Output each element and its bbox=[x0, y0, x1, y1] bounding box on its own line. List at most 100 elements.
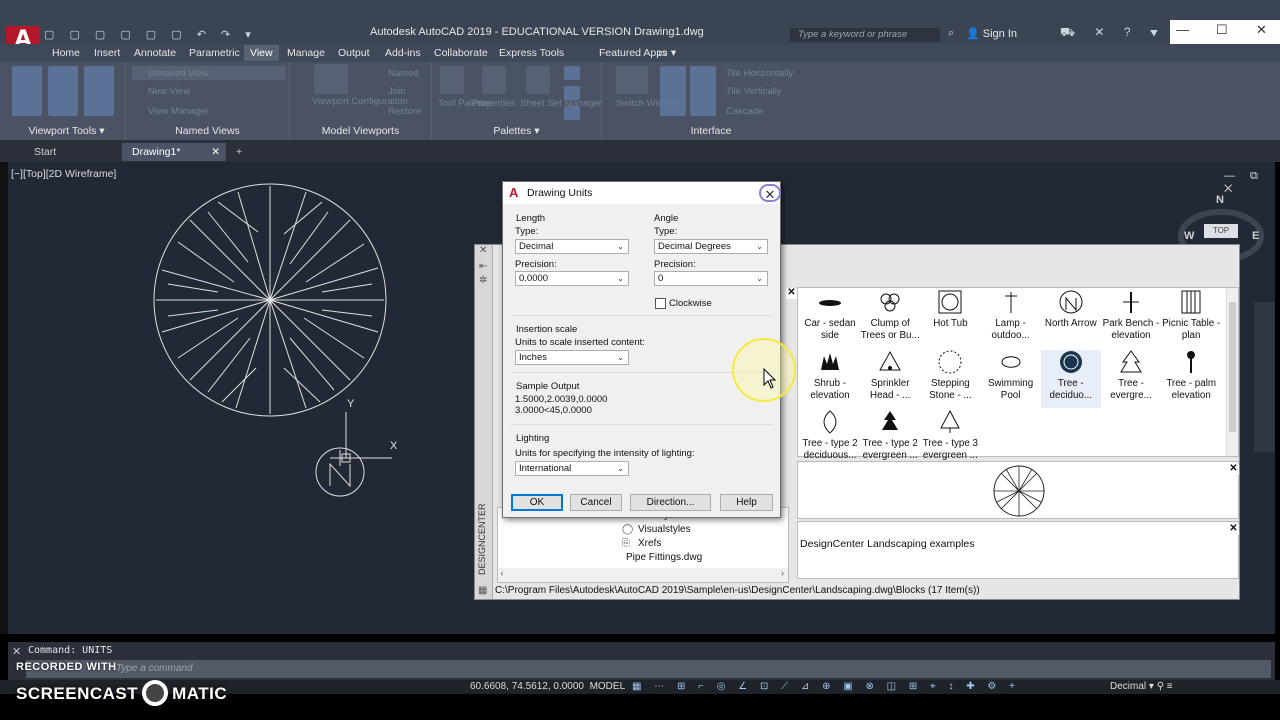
block-label: Hot Tub bbox=[933, 318, 968, 329]
tree-clump-icon bbox=[880, 293, 900, 312]
view-manager-label: View Manager bbox=[148, 106, 209, 117]
ribbon-panel: Viewport Tools ▾ Unsaved View New View V… bbox=[0, 62, 1280, 140]
block-label: Shrub - elevation bbox=[810, 378, 850, 401]
command-close-icon[interactable]: ✕ bbox=[12, 645, 21, 658]
viewcube-top-face[interactable]: TOP bbox=[1204, 224, 1238, 238]
cancel-button[interactable]: Cancel bbox=[570, 494, 622, 511]
help-button[interactable]: Help bbox=[720, 494, 773, 511]
block-item[interactable]: Tree - palm elevation bbox=[1161, 350, 1221, 408]
block-item[interactable]: Stepping Stone - ... bbox=[920, 350, 980, 408]
compass-w[interactable]: W bbox=[1184, 230, 1194, 242]
search-input[interactable]: Type a keyword or phrase bbox=[790, 28, 940, 42]
tab-view[interactable]: View bbox=[244, 45, 279, 61]
viewport-window-controls[interactable]: — ⧉ ✕ bbox=[1224, 170, 1275, 196]
length-precision-label: Precision: bbox=[515, 259, 557, 270]
cascade-label: Cascade bbox=[726, 106, 764, 117]
minimize-icon[interactable]: — bbox=[1176, 22, 1189, 37]
search-icon[interactable]: ⌕ bbox=[948, 27, 954, 40]
angle-type-select[interactable]: Decimal Degrees ⌄ bbox=[654, 239, 768, 254]
dc-close-icon[interactable]: ✕ bbox=[479, 245, 487, 256]
units-display[interactable]: Decimal ▾ ⚲ ≡ bbox=[1110, 680, 1173, 694]
ok-button[interactable]: OK bbox=[511, 494, 563, 511]
lighting-units-select[interactable]: International ⌄ bbox=[515, 461, 629, 476]
block-item[interactable]: Lamp - outdoo... bbox=[981, 290, 1041, 348]
properties-icon bbox=[482, 66, 506, 94]
palettes-title[interactable]: Palettes ▾ bbox=[432, 125, 601, 137]
block-item[interactable]: Car - sedan side bbox=[800, 290, 860, 348]
tab-collaborate[interactable]: Collaborate bbox=[428, 45, 494, 61]
block-item[interactable]: Tree - evergre... bbox=[1101, 350, 1161, 408]
lighting-desc: Units for specifying the intensity of li… bbox=[515, 448, 695, 459]
block-label: Tree - palm elevation bbox=[1166, 378, 1217, 401]
tab-manage[interactable]: Manage bbox=[281, 45, 331, 61]
dc-properties-icon[interactable]: ✲ bbox=[479, 275, 487, 286]
tree-item-visualstyles[interactable]: Visualstyles bbox=[638, 524, 691, 535]
quick-access-toolbar[interactable]: ▢ ▢ ▢ ▢ ▢ ▢ ↶ ↷ ▾ bbox=[44, 28, 257, 42]
block-item[interactable]: Clump of Trees or Bu... bbox=[860, 290, 920, 348]
tab-parametric[interactable]: Parametric bbox=[183, 45, 246, 61]
new-tab-button[interactable]: + bbox=[226, 143, 252, 161]
tab-insert[interactable]: Insert bbox=[88, 45, 126, 61]
close-icon[interactable]: ✕ bbox=[1256, 22, 1267, 38]
block-item[interactable]: Tree - deciduo... bbox=[1040, 350, 1101, 408]
app-title: Autodesk AutoCAD 2019 - EDUCATIONAL VERS… bbox=[370, 26, 704, 38]
block-item[interactable]: Tree - type 2 evergreen ... bbox=[860, 410, 920, 468]
tree-hscroll[interactable]: ‹ › bbox=[498, 568, 788, 582]
sign-in-label: Sign In bbox=[982, 28, 1018, 40]
length-precision-select[interactable]: 0.0000 ⌄ bbox=[515, 271, 629, 286]
viewport-tools-title[interactable]: Viewport Tools ▾ bbox=[8, 125, 125, 137]
ribbon-options-icon[interactable]: ▭ ▾ bbox=[652, 45, 682, 61]
tab-annotate[interactable]: Annotate bbox=[128, 45, 182, 61]
block-item[interactable]: Tree - type 3 evergreen ... bbox=[920, 410, 980, 468]
clockwise-checkbox[interactable] bbox=[655, 298, 666, 309]
title-bar-tools[interactable]: ⛟ ✕ ? ▾ bbox=[1060, 25, 1166, 41]
length-type-select[interactable]: Decimal ⌄ bbox=[515, 239, 629, 254]
tree-item-pipe-fittings[interactable]: Pipe Fittings.dwg bbox=[626, 552, 702, 563]
dc-autohide-icon[interactable]: ⇤ bbox=[479, 261, 487, 272]
palette-scrollbar[interactable] bbox=[1226, 288, 1238, 456]
insertion-desc: Units to scale inserted content: bbox=[515, 337, 645, 348]
autocad-small-logo-icon: A bbox=[509, 185, 519, 200]
tab-home[interactable]: Home bbox=[46, 45, 86, 61]
compass-e[interactable]: E bbox=[1252, 230, 1259, 242]
dialog-titlebar[interactable]: A Drawing Units ✕ bbox=[503, 182, 781, 204]
tab-drawing1[interactable]: Drawing1* ✕ bbox=[122, 143, 226, 161]
navigation-bar[interactable] bbox=[1254, 302, 1275, 452]
block-item[interactable]: Swimming Pool bbox=[981, 350, 1041, 408]
block-item[interactable]: Sprinkler Head - ... bbox=[860, 350, 920, 408]
palm-icon bbox=[1187, 351, 1196, 373]
status-toggles[interactable]: ▦ ⋯ ⊞ ⌐ ◎ ∠ ⊡ ⟋ ⊿ ⊕ ▣ ⊗ ◫ ⊞ ⌖ ↕ ✚ ⚙ + bbox=[632, 680, 1020, 694]
tab-add-ins[interactable]: Add-ins bbox=[379, 45, 427, 61]
interface-group: Switch Windows Tile Horizontally Tile Ve… bbox=[602, 62, 820, 140]
compass-n[interactable]: N bbox=[1216, 194, 1224, 206]
tab-output[interactable]: Output bbox=[332, 45, 376, 61]
tab-start[interactable]: Start bbox=[24, 143, 66, 161]
palette-close-icon[interactable]: ✕ bbox=[786, 288, 797, 299]
mouse-pointer-icon bbox=[763, 368, 777, 389]
block-item[interactable]: Tree - type 2 deciduous... bbox=[800, 410, 860, 468]
model-space-toggle[interactable]: MODEL bbox=[590, 681, 626, 692]
block-item[interactable]: North Arrow bbox=[1041, 290, 1101, 348]
direction-button[interactable]: Direction... bbox=[630, 494, 711, 511]
viewport-controls-label[interactable]: [−][Top][2D Wireframe] bbox=[11, 168, 116, 180]
sign-in-button[interactable]: 👤 Sign In bbox=[966, 27, 1017, 40]
maximize-icon[interactable]: ☐ bbox=[1216, 22, 1228, 38]
block-item[interactable]: Park Bench - elevation bbox=[1101, 290, 1161, 348]
tab-close-icon[interactable]: ✕ bbox=[211, 143, 220, 161]
angle-precision-select[interactable]: 0 ⌄ bbox=[654, 271, 768, 286]
block-item[interactable]: Picnic Table - plan bbox=[1161, 290, 1221, 348]
ucs-icon bbox=[315, 412, 392, 497]
insertion-scale-select[interactable]: Inches ⌄ bbox=[515, 350, 629, 365]
dc-grid-icon: ▦ bbox=[478, 585, 488, 596]
document-tabs: Start Drawing1* ✕ + bbox=[0, 140, 1280, 162]
folder-tree[interactable]: A Textstyles ◯ Visualstyles ⎘ Xrefs Pipe… bbox=[497, 507, 789, 583]
command-input[interactable]: Type a command bbox=[26, 660, 1271, 678]
tab-express-tools[interactable]: Express Tools bbox=[493, 45, 570, 61]
interface-title: Interface bbox=[690, 125, 732, 137]
description-close-icon[interactable]: ✕ bbox=[1228, 524, 1239, 535]
block-item[interactable]: Shrub - elevation bbox=[800, 350, 860, 408]
tree-item-xrefs[interactable]: Xrefs bbox=[638, 538, 661, 549]
block-item[interactable]: Hot Tub bbox=[920, 290, 980, 348]
dialog-close-button[interactable]: ✕ bbox=[759, 184, 781, 202]
preview-close-icon[interactable]: ✕ bbox=[1228, 464, 1239, 475]
